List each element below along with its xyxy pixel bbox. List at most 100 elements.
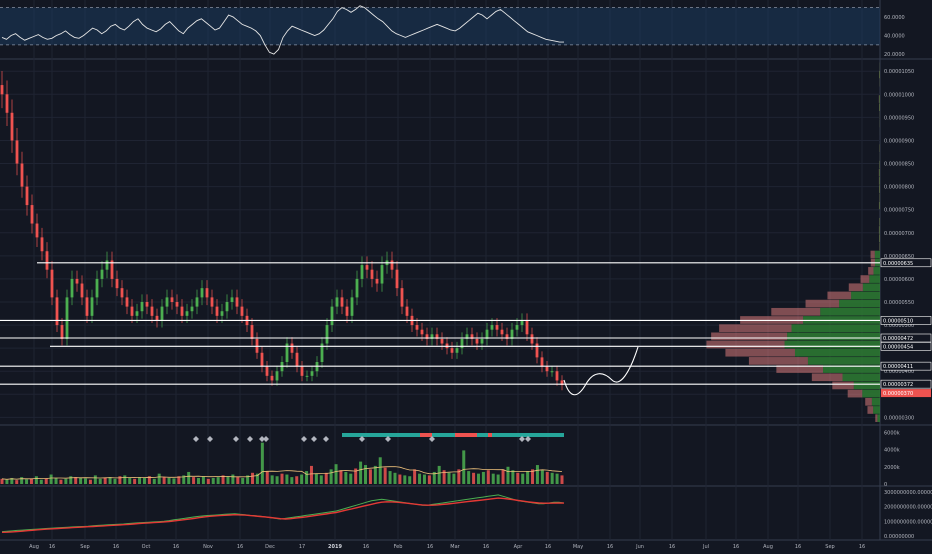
volume-bar: [15, 480, 18, 484]
volume-bar: [281, 474, 284, 484]
volume-bar: [64, 479, 67, 484]
volume-profile-down: [812, 373, 843, 381]
candle-body: [71, 279, 74, 297]
time-tick-label: 16: [427, 544, 433, 550]
volume-profile-down: [832, 382, 853, 390]
volume-profile-down: [706, 341, 784, 349]
trading-chart[interactable]: 60.000040.000020.00000.000010500.0000100…: [0, 0, 932, 550]
price-tick-label: 0.00000800: [884, 185, 914, 191]
candle-body: [11, 113, 14, 141]
rsi-band: [0, 8, 880, 45]
volume-bar: [1, 479, 4, 484]
rsi-tick-label: 60.0000: [884, 15, 905, 21]
volume-bar: [330, 469, 333, 484]
candle-body: [401, 288, 404, 306]
volume-tick-label: 6000k: [884, 430, 900, 436]
candle-body: [456, 348, 459, 353]
candle-body: [6, 94, 9, 112]
volume-profile-down: [848, 390, 863, 398]
volume-bar: [369, 469, 372, 484]
candle-body: [521, 320, 524, 325]
candle-body: [481, 339, 484, 344]
volume-profile-up: [877, 414, 880, 422]
volume-bar: [349, 474, 352, 484]
time-tick-label: 17: [299, 544, 305, 550]
candle-body: [61, 325, 64, 339]
candle-body: [66, 297, 69, 339]
price-tick-label: 0.00001000: [884, 92, 914, 98]
candle-body: [341, 297, 344, 306]
volume-profile-down: [725, 349, 795, 357]
volume-bar: [207, 479, 210, 484]
volume-bar: [251, 473, 254, 484]
volume-profile-up: [873, 267, 880, 275]
volume-bar: [428, 475, 431, 484]
candle-body: [271, 376, 274, 381]
volume-profile-up: [879, 177, 880, 185]
volume-bar: [300, 475, 303, 484]
volume-bar: [59, 480, 62, 484]
time-tick-label: Dec: [265, 544, 275, 550]
volume-bar: [128, 478, 131, 484]
candle-body: [16, 140, 19, 163]
volume-bar: [172, 478, 175, 484]
candle-body: [311, 371, 314, 376]
volume-bar: [561, 475, 564, 484]
volume-bar: [516, 473, 519, 484]
candle-body: [291, 344, 294, 353]
price-tick-label: 0.00000550: [884, 300, 914, 306]
price-tick-label: 0.00000300: [884, 415, 914, 421]
volume-bar: [271, 475, 274, 484]
candle-body: [126, 297, 129, 306]
candle-body: [211, 297, 214, 306]
volume-profile-up: [785, 341, 880, 349]
candle-body: [476, 339, 479, 344]
price-tick-label: 0.00000850: [884, 162, 914, 168]
volume-bar: [231, 475, 234, 484]
time-tick-label: 16: [363, 544, 369, 550]
volume-profile-up: [792, 324, 880, 332]
chart-background: [0, 0, 932, 550]
volume-bar: [35, 476, 38, 484]
chart-canvas[interactable]: 60.000040.000020.00000.000010500.0000100…: [0, 0, 932, 550]
candle-body: [416, 325, 419, 330]
time-tick-label: Mar: [450, 544, 460, 550]
volume-bar: [364, 465, 367, 484]
volume-profile-up: [839, 300, 880, 308]
signal-strip-segment: [455, 433, 477, 437]
volume-bar: [403, 475, 406, 484]
volume-bar: [113, 479, 116, 484]
candle-body: [196, 297, 199, 306]
indicator-tick-label: 3000000000.0000000: [884, 490, 932, 496]
candle-body: [41, 237, 44, 251]
time-tick-label: 16: [237, 544, 243, 550]
candle-body: [181, 307, 184, 316]
candle-body: [131, 307, 134, 316]
candle-body: [146, 302, 149, 307]
candle-body: [301, 367, 304, 376]
rsi-tick-label: 20.0000: [884, 52, 905, 58]
volume-bar: [50, 475, 53, 484]
volume-profile-up: [879, 71, 880, 79]
candle-body: [261, 353, 264, 367]
volume-bar: [192, 477, 195, 484]
volume-bar: [315, 474, 318, 484]
candle-body: [201, 288, 204, 297]
candle-body: [86, 297, 89, 315]
candle-body: [266, 367, 269, 376]
candle-body: [51, 270, 54, 298]
volume-bar: [408, 476, 411, 484]
volume-bar: [526, 471, 529, 484]
volume-profile-up: [869, 275, 880, 283]
volume-bar: [197, 478, 200, 484]
volume-profile-up: [879, 95, 880, 103]
candle-body: [366, 265, 369, 270]
candle-body: [391, 260, 394, 269]
volume-bar: [295, 476, 298, 484]
volume-bar: [506, 467, 509, 484]
volume-profile-up: [862, 390, 880, 398]
volume-profile-down: [865, 398, 872, 406]
volume-bar: [20, 477, 23, 484]
candle-body: [226, 302, 229, 311]
candle-body: [421, 330, 424, 335]
